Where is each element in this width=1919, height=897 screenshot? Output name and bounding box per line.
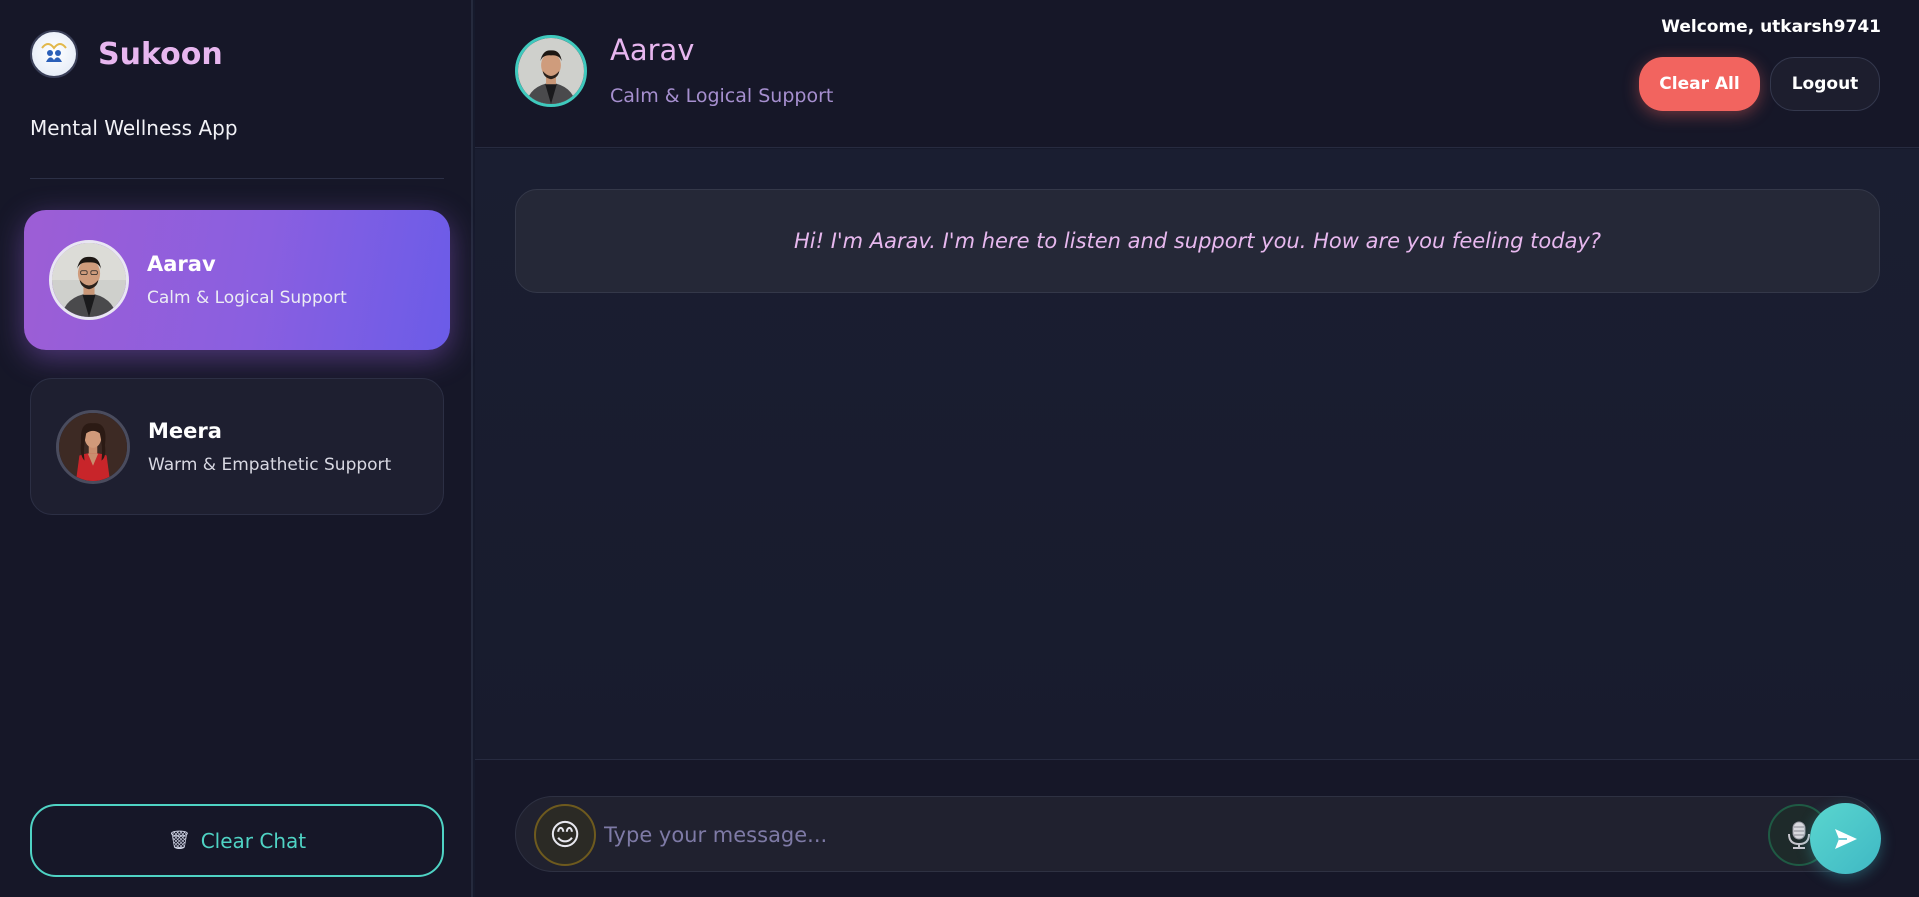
logout-button[interactable]: Logout [1770,57,1880,111]
persona-description: Calm & Logical Support [147,288,347,308]
message-input-wrapper: 😊 [515,796,1880,872]
clear-chat-label: Clear Chat [200,828,307,853]
bot-message: Hi! I'm Aarav. I'm here to listen and su… [515,189,1880,293]
sidebar: Sukoon Mental Wellness App Aarav Calm & … [0,0,473,897]
brand: Sukoon [30,30,223,78]
persona-description: Warm & Empathetic Support [148,454,392,475]
persona-card-meera[interactable]: Meera Warm & Empathetic Support [30,378,444,515]
brand-name: Sukoon [98,36,223,72]
emoji-icon[interactable]: 😊 [534,804,596,866]
send-button[interactable] [1810,803,1881,874]
avatar-aarav [49,240,129,320]
clear-chat-button[interactable]: 🗑 Clear Chat [30,804,444,877]
header-persona-description: Calm & Logical Support [610,85,834,107]
welcome-text: Welcome, utkarsh9741 [1661,17,1881,37]
send-icon [1834,828,1857,849]
header-persona-name: Aarav [610,33,695,67]
clear-all-button[interactable]: Clear All [1639,57,1760,111]
avatar-meera [56,409,130,484]
app-subtitle: Mental Wellness App [30,116,238,140]
persona-name: Aarav [147,252,216,276]
persona-card-aarav[interactable]: Aarav Calm & Logical Support [24,210,450,350]
chat-header: Aarav Calm & Logical Support Welcome, ut… [475,0,1919,148]
trash-icon: 🗑 [167,830,191,851]
umeed-logo-icon [30,30,78,78]
message-input[interactable] [604,813,1704,857]
header-avatar [515,35,587,107]
persona-name: Meera [148,418,222,443]
divider [30,178,444,179]
composer: 😊 [475,759,1919,897]
chat-messages: Hi! I'm Aarav. I'm here to listen and su… [475,149,1919,759]
